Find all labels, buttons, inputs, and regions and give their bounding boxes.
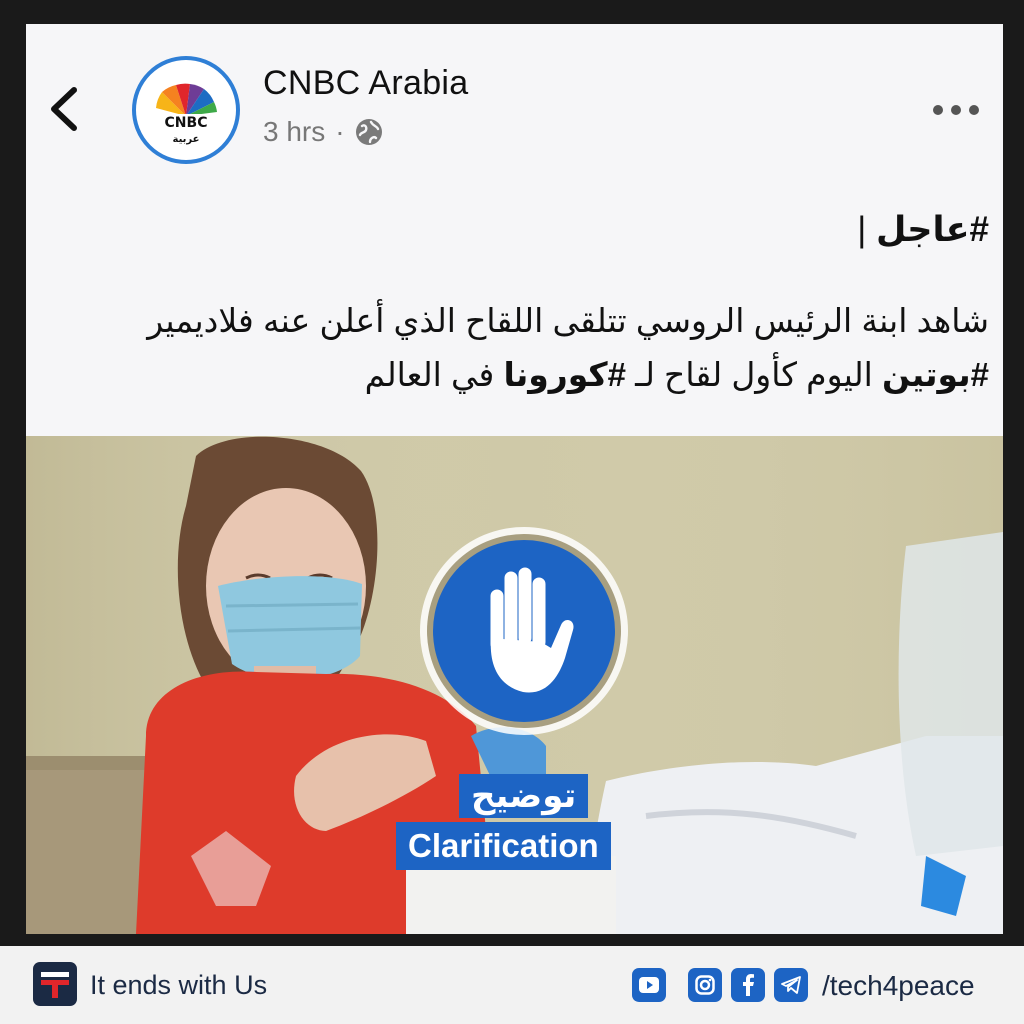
post-screenshot: CNBC عربية CNBC Arabia 3 hrs · #عاجل | ش… bbox=[26, 24, 1003, 934]
page-name[interactable]: CNBC Arabia bbox=[263, 64, 469, 103]
more-options-icon[interactable] bbox=[931, 100, 981, 120]
cnbc-logo-icon: CNBC عربية bbox=[150, 83, 222, 145]
breaking-line: #عاجل | bbox=[49, 210, 989, 250]
facebook-icon[interactable] bbox=[731, 968, 765, 1002]
post-text: #عاجل | شاهد ابنة الرئيس الروسي تتلقى ال… bbox=[49, 210, 989, 402]
post-video[interactable]: توضيح Clarification bbox=[26, 436, 1003, 934]
telegram-icon[interactable] bbox=[774, 968, 808, 1002]
line2-mid: اليوم كأول لقاح لـ bbox=[625, 356, 882, 393]
social-handle[interactable]: /tech4peace bbox=[822, 970, 975, 1002]
post-meta: 3 hrs · bbox=[263, 116, 383, 148]
stop-hand-icon bbox=[420, 527, 628, 735]
back-chevron-icon[interactable] bbox=[46, 84, 82, 134]
brand-text: It ends with Us bbox=[90, 970, 268, 1000]
instagram-icon[interactable] bbox=[688, 968, 722, 1002]
line2-end: في العالم bbox=[364, 356, 504, 393]
globe-icon bbox=[355, 119, 382, 145]
post-body-line-1: شاهد ابنة الرئيس الروسي تتلقى اللقاح الذ… bbox=[147, 302, 989, 339]
breaking-separator: | bbox=[857, 210, 877, 249]
post-body-line-2: #بوتين اليوم كأول لقاح لـ #كورونا في الع… bbox=[49, 348, 989, 402]
footer-bar: It ends with Us /tech4peace bbox=[0, 946, 1024, 1024]
meta-separator: · bbox=[335, 116, 345, 147]
logo-text: CNBC bbox=[165, 115, 208, 131]
hashtag-corona[interactable]: #كورونا bbox=[503, 356, 626, 393]
clarification-label-english: Clarification bbox=[396, 822, 611, 870]
page-avatar[interactable]: CNBC عربية bbox=[132, 56, 240, 164]
hashtag-putin[interactable]: #بوتين bbox=[882, 356, 989, 393]
hashtag-breaking[interactable]: #عاجل bbox=[876, 210, 989, 249]
youtube-icon[interactable] bbox=[632, 968, 666, 1002]
brand-logo-icon bbox=[33, 962, 77, 1006]
clarification-label-arabic: توضيح bbox=[459, 774, 589, 818]
logo-subtext: عربية bbox=[173, 134, 200, 145]
post-time[interactable]: 3 hrs bbox=[263, 116, 325, 148]
